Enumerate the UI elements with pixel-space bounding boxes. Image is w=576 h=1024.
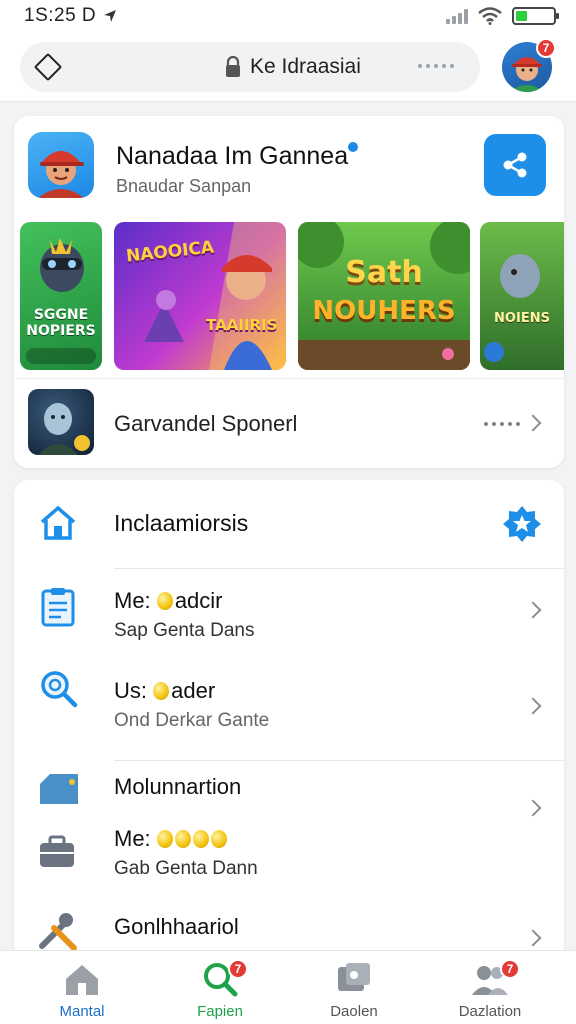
list-item-title: Inclaamiorsis [114,510,249,536]
nav-item-fapien[interactable]: 7 Fapien [148,951,292,1024]
list-item[interactable]: Molunnartion Me: Gab Genta Dann Gonlhhaa… [14,760,564,960]
coin-icon [156,592,173,610]
game-tile-art [26,238,96,364]
more-dots-icon[interactable] [484,422,520,426]
game-tile-subtitle: TAAIIRIS [206,316,278,334]
game-tile-title: NOIENS [494,311,550,326]
game-tile-art [484,254,540,362]
wifi-icon [478,7,502,25]
coin-icon [174,830,191,848]
home-icon [66,965,98,995]
list-item-subtitle: Sap Genta Dans [114,620,255,641]
coin-icon [156,830,173,848]
share-button[interactable] [484,134,546,196]
more-dots-icon[interactable] [418,64,454,68]
chevron-right-icon [524,601,542,619]
list-item[interactable]: Us: ader Ond Derkar Gante [14,660,564,760]
tag-icon [40,774,78,804]
list-item-title: Me: adcir [114,588,223,613]
coin-icon [210,830,227,848]
home-icon [40,506,76,540]
list-item-title: Gonlhhaariol [114,914,239,939]
game-tile[interactable]: Sath NOUHERS [298,222,470,370]
game-tile[interactable]: NAOOICA TAAIIRIS [114,222,286,370]
diamond-icon[interactable] [33,52,63,82]
bottom-nav: Mantal 7 Fapien Daolen 7 Dazlation [0,950,576,1024]
game-tile-subtitle: NOUHERS [312,296,456,326]
nav-label: Daolen [330,1003,378,1020]
battery-icon [512,7,559,25]
share-icon [503,152,527,178]
menu-card: Inclaamiorsis Me: adcir Sap Genta Dans U… [14,480,564,960]
chevron-right-icon [524,414,542,432]
nav-label: Fapien [197,1003,243,1020]
profile-name: Nanadaa Im Gannea [116,142,349,170]
gallery-icon [338,963,370,991]
sponsored-app-icon [28,389,94,455]
list-item-title: Us: ader [114,678,216,703]
tools-icon [39,913,77,951]
profile-avatar[interactable] [28,132,94,198]
briefcase-icon [40,835,74,867]
coin-icon [153,682,170,700]
nav-badge: 7 [228,959,248,979]
signal-icon [446,8,468,24]
list-item-subtitle: Gab Genta Dann [114,858,258,879]
game-tile[interactable]: NOIENS [480,222,564,370]
game-tile-title: Sath [345,255,423,290]
coin-icon [192,830,209,848]
address-text: Ke Idraasiai [250,55,361,78]
notification-badge: 7 [536,38,556,58]
game-tile-title: SGGNE [33,307,89,323]
list-item-title: Me: [114,826,229,852]
chevron-right-icon [524,929,542,947]
address-bar[interactable]: Ke Idraasiai [20,42,480,92]
lock-icon [226,55,240,77]
sponsored-label: Garvandel Sponerl [114,411,298,436]
sponsored-row[interactable]: Garvandel Sponerl [14,378,564,468]
profile-card: Nanadaa Im Gannea Bnaudar Sanpan SGGNE N… [14,116,564,468]
list-item-subtitle: Ond Derkar Gante [114,710,270,731]
nav-badge: 7 [500,959,520,979]
verified-icon [348,142,358,152]
game-tile-title: NOPIERS [26,323,96,339]
status-bar: 1S:25 D [0,0,576,32]
nav-item-daolen[interactable]: Daolen [282,951,426,1024]
nav-item-mantal[interactable]: Mantal [10,951,154,1024]
nav-item-dazlation[interactable]: 7 Dazlation [418,951,562,1024]
nav-label: Mantal [59,1003,105,1020]
clipboard-icon [41,588,75,627]
status-time: 1S:25 D [24,5,97,26]
list-item[interactable]: Inclaamiorsis [14,480,564,568]
location-arrow-icon [104,10,117,22]
nav-label: Dazlation [458,1003,522,1020]
profile-avatar-image [38,151,84,198]
game-tile[interactable]: SGGNE NOPIERS [20,222,102,370]
top-bar: Ke Idraasiai 7 [0,32,576,102]
chevron-right-icon [524,697,542,715]
star-badge-icon[interactable] [502,504,542,544]
list-item-title: Molunnartion [114,774,242,799]
profile-subtitle: Bnaudar Sanpan [116,176,252,196]
list-item[interactable]: Me: adcir Sap Genta Dans [14,568,564,660]
search-icon [41,671,78,708]
chevron-right-icon [524,799,542,817]
